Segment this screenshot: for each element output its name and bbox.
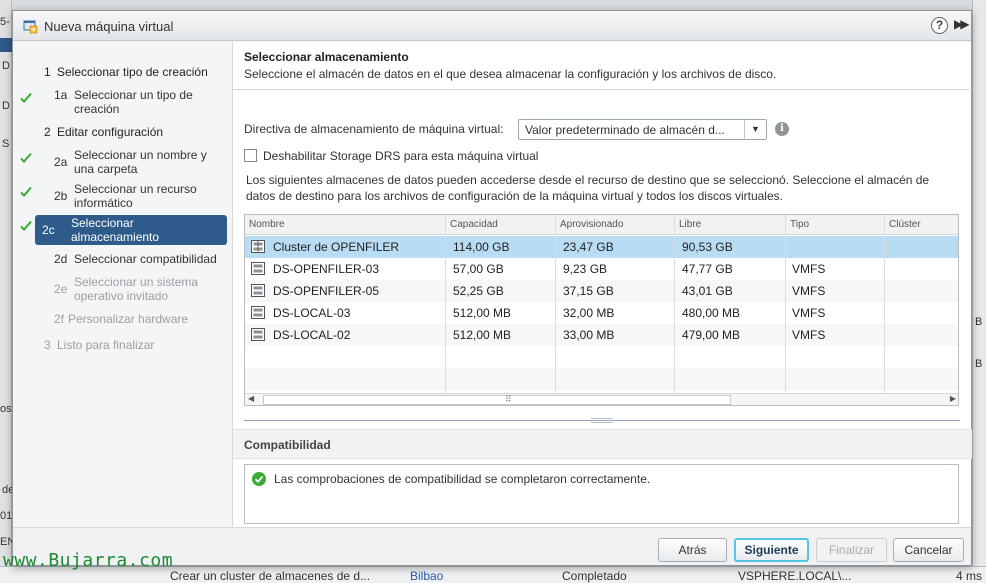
background-app-right: B B: [972, 0, 986, 583]
help-icon[interactable]: ?: [931, 17, 948, 34]
table-row-empty: [245, 368, 958, 390]
page-subtitle: Seleccione el almacén de datos en el que…: [244, 67, 777, 81]
datastore-table: Nombre Capacidad Aprovisionado Libre Tip…: [244, 214, 959, 406]
check-icon: [20, 220, 32, 231]
background-task-name: Crear un cluster de almacenes de d...: [170, 569, 371, 583]
check-icon: [20, 152, 32, 163]
background-fragment: B: [975, 316, 983, 328]
background-fragment: B: [975, 358, 983, 370]
finish-button: Finalizar: [816, 538, 887, 562]
horizontal-scrollbar[interactable]: ◀ ⠿ ▶: [245, 393, 958, 405]
background-task-initiator: VSPHERE.LOCAL\...: [738, 569, 852, 583]
datastore-icon: [251, 306, 265, 319]
check-icon: [20, 186, 32, 197]
datastore-icon: [251, 284, 265, 297]
column-header-free[interactable]: Libre: [679, 219, 701, 230]
info-icon[interactable]: i: [775, 122, 789, 136]
chevron-down-icon[interactable]: ▼: [744, 120, 766, 139]
scroll-right-icon[interactable]: ▶: [950, 394, 956, 403]
storage-panel: Seleccionar almacenamiento Seleccione el…: [232, 42, 972, 527]
disable-sdrs-checkbox[interactable]: [244, 149, 257, 162]
datastore-cluster-icon: [251, 240, 265, 253]
table-row[interactable]: DS-LOCAL-02 512,00 MB 33,00 MB 479,00 MB…: [245, 324, 958, 346]
new-vm-dialog: Nueva máquina virtual ? ▶▶ 1 Seleccionar…: [12, 10, 972, 566]
dialog-titlebar: Nueva máquina virtual ? ▶▶: [13, 11, 971, 41]
dialog-title: Nueva máquina virtual: [44, 19, 174, 34]
background-fragment: D: [2, 60, 10, 72]
datastore-description: Los siguientes almacenes de datos pueden…: [246, 173, 930, 203]
background-fragment: os: [0, 403, 12, 415]
table-row[interactable]: DS-OPENFILER-05 52,25 GB 37,15 GB 43,01 …: [245, 280, 958, 302]
compatibility-box: Las comprobaciones de compatibilidad se …: [244, 464, 959, 524]
background-task-status: Completado: [562, 569, 627, 583]
background-fragment: 5-: [0, 16, 10, 28]
column-header-type[interactable]: Tipo: [790, 219, 809, 230]
divider: [233, 89, 972, 90]
background-task-time: 4 ms: [956, 569, 983, 583]
compatibility-header: [233, 429, 972, 459]
scroll-left-icon[interactable]: ◀: [248, 394, 254, 403]
scroll-thumb[interactable]: ⠿: [263, 394, 731, 405]
check-icon: [20, 92, 32, 103]
column-header-cluster[interactable]: Clúster: [889, 219, 921, 230]
table-row-empty: [245, 346, 958, 368]
compatibility-message: Las comprobaciones de compatibilidad se …: [274, 472, 651, 486]
page-title: Seleccionar almacenamiento: [244, 50, 409, 64]
back-button[interactable]: Atrás: [658, 538, 727, 562]
storage-policy-select[interactable]: Valor predeterminado de almacén d... ▼: [518, 119, 767, 140]
column-header-provisioned[interactable]: Aprovisionado: [560, 219, 623, 230]
cancel-button[interactable]: Cancelar: [893, 538, 964, 562]
compatibility-title: Compatibilidad: [244, 438, 331, 452]
background-fragment: S: [2, 138, 10, 150]
policy-value: Valor predeterminado de almacén d...: [525, 123, 725, 137]
background-app-top: [0, 0, 986, 10]
background-fragment: D: [2, 100, 10, 112]
next-button[interactable]: Siguiente: [734, 538, 809, 562]
background-app-left: 5- D D S os de 01 EN: [0, 0, 15, 583]
background-fragment: 01: [0, 510, 13, 522]
wizard-steps: 1 Seleccionar tipo de creación 1a Selecc…: [13, 42, 231, 527]
expand-panel-icon[interactable]: ▶▶: [954, 17, 970, 31]
column-header-capacity[interactable]: Capacidad: [450, 219, 498, 230]
disable-sdrs-label[interactable]: Deshabilitar Storage DRS para esta máqui…: [263, 149, 538, 163]
table-row[interactable]: Cluster de OPENFILER 114,00 GB 23,47 GB …: [245, 236, 958, 258]
datastore-icon: [251, 262, 265, 275]
new-vm-icon: [23, 20, 38, 34]
table-header: Nombre Capacidad Aprovisionado Libre Tip…: [245, 215, 958, 235]
table-row[interactable]: DS-LOCAL-03 512,00 MB 32,00 MB 480,00 MB…: [245, 302, 958, 324]
watermark: www.Bujarra.com: [3, 550, 174, 571]
background-task-target: Bilbao: [410, 569, 444, 583]
datastore-icon: [251, 328, 265, 341]
policy-label: Directiva de almacenamiento de máquina v…: [244, 122, 504, 136]
step-2c-current[interactable]: 2c Seleccionar almacenamiento: [35, 215, 227, 245]
splitter-grip-icon[interactable]: [591, 418, 613, 423]
success-icon: [252, 472, 266, 486]
table-row[interactable]: DS-OPENFILER-03 57,00 GB 9,23 GB 47,77 G…: [245, 258, 958, 280]
column-header-name[interactable]: Nombre: [249, 219, 285, 230]
